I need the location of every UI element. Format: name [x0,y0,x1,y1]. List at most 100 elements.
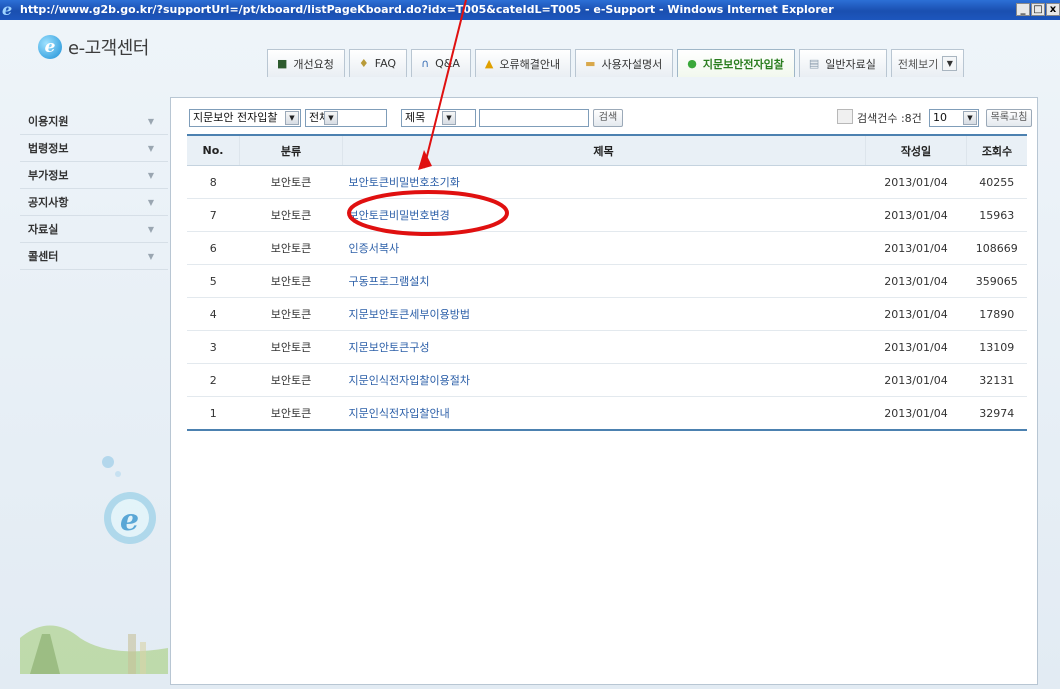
logo-text: e-고객센터 [68,38,149,59]
tab-label: 사용자설명서 [601,57,663,71]
sidebar-item-call-center[interactable]: 콜센터 ▼ [20,243,168,270]
row-title-link[interactable]: 보안토큰비밀번호변경 [342,198,866,232]
scope-select[interactable]: 전체 ▼ [305,109,387,127]
board-icon: ■ [277,57,288,70]
tab-qna[interactable]: ∩ Q&A [411,49,471,77]
maximize-button[interactable]: □ [1031,3,1045,16]
header-no[interactable]: No. [187,134,240,166]
row-no: 4 [187,297,240,331]
table-row: 8 보안토큰 보안토큰비밀번호초기화 2013/01/04 40255 [187,165,1027,199]
table-header-row: No. 분류 제목 작성일 조회수 [187,134,1027,166]
row-title-link[interactable]: 지문인식전자입찰안내 [342,396,866,431]
row-date: 2013/01/04 [865,231,967,265]
table-row: 6 보안토큰 인증서복사 2013/01/04 108669 [187,231,1027,265]
table-row: 7 보안토큰 보안토큰비밀번호변경 2013/01/04 15963 [187,198,1027,232]
page-size-select[interactable]: 10 ▼ [929,109,979,127]
chevron-down-icon: ▼ [147,170,154,180]
row-title-link[interactable]: 지문인식전자입찰이용절차 [342,363,866,397]
row-views: 15963 [966,198,1027,232]
sidebar-item-label: 자료실 [28,223,59,236]
row-title-link[interactable]: 지문보안토큰세부이용방법 [342,297,866,331]
table-row: 3 보안토큰 지문보안토큰구성 2013/01/04 13109 [187,330,1027,364]
sidebar: 이용지원 ▼ 법령정보 ▼ 부가정보 ▼ 공지사항 ▼ 자료실 ▼ 콜센터 ▼ [20,108,168,270]
row-category: 보안토큰 [239,165,343,199]
minimize-button[interactable]: _ [1016,3,1030,16]
header-title[interactable]: 제목 [342,134,866,166]
row-category: 보안토큰 [239,231,343,265]
sidebar-item-label: 부가정보 [28,169,69,182]
table-row: 5 보안토큰 구동프로그램설치 2013/01/04 359065 [187,264,1027,298]
logo[interactable]: e e-고객센터 [38,32,149,62]
table-row: 1 보안토큰 지문인식전자입찰안내 2013/01/04 32974 [187,396,1027,431]
search-input[interactable] [479,109,589,127]
sidebar-item-legal-info[interactable]: 법령정보 ▼ [20,135,168,162]
search-count: 검색건수 :8건 [837,109,922,127]
row-title-link[interactable]: 지문보안토큰구성 [342,330,866,364]
headset-icon: ∩ [421,57,430,70]
row-no: 3 [187,330,240,364]
row-no: 7 [187,198,240,232]
database-icon: ▤ [808,57,820,70]
tab-label: 개선요청 [293,57,334,71]
sidebar-item-additional-info[interactable]: 부가정보 ▼ [20,162,168,189]
row-title-link[interactable]: 보안토큰비밀번호초기화 [342,165,866,199]
chevron-down-icon: ▼ [147,143,154,153]
row-date: 2013/01/04 [865,165,967,199]
tab-faq[interactable]: ♦ FAQ [348,49,408,77]
chevron-down-icon: ▼ [147,116,154,126]
header-date[interactable]: 작성일 [865,134,967,166]
row-title-link[interactable]: 구동프로그램설치 [342,264,866,298]
row-no: 6 [187,231,240,265]
warning-icon: ▲ [484,57,494,70]
green-orb-icon: ● [687,57,697,70]
category-select[interactable]: 지문보안 전자입찰 ▼ [189,109,301,127]
document-icon [837,109,853,124]
refresh-list-button[interactable]: 목록고침 [986,109,1032,127]
chevron-down-icon: ▼ [324,111,338,125]
filter-bar: 지문보안 전자입찰 ▼ 전체 ▼ 제목 ▼ 검색 검색건수 :8건 10 ▼ 목… [189,109,1033,129]
row-category: 보안토큰 [239,198,343,232]
decorative-illustration: e [20,456,168,674]
sidebar-item-notices[interactable]: 공지사항 ▼ [20,189,168,216]
row-views: 359065 [966,264,1027,298]
row-date: 2013/01/04 [865,198,967,232]
tab-label: Q&A [435,57,460,70]
category-select-value: 지문보안 전자입찰 [193,111,278,124]
sidebar-item-library[interactable]: 자료실 ▼ [20,216,168,243]
row-date: 2013/01/04 [865,330,967,364]
row-no: 1 [187,396,240,431]
header-category[interactable]: 분류 [239,134,343,166]
tab-label: 일반자료실 [825,57,876,71]
row-title-link[interactable]: 인증서복사 [342,231,866,265]
tab-fingerprint-ebid[interactable]: ● 지문보안전자입찰 [677,49,795,77]
sidebar-item-usage-support[interactable]: 이용지원 ▼ [20,108,168,135]
chevron-down-icon[interactable]: ▼ [942,56,958,71]
sidebar-item-label: 이용지원 [28,115,69,128]
window-title: http://www.g2b.go.kr/?supportUrl=/pt/kbo… [20,3,834,16]
page-size-value: 10 [933,111,947,124]
field-select-value: 제목 [405,111,426,124]
chevron-down-icon: ▼ [147,251,154,261]
field-select[interactable]: 제목 ▼ [401,109,476,127]
tab-label: 지문보안전자입찰 [702,57,784,71]
row-no: 8 [187,165,240,199]
sidebar-item-label: 공지사항 [28,196,69,209]
tab-user-manual[interactable]: ▬ 사용자설명서 [575,49,674,77]
close-button[interactable]: x [1046,3,1060,16]
tab-view-all[interactable]: 전체보기 ▼ [890,49,965,77]
folder-icon: ▬ [585,57,596,70]
search-button[interactable]: 검색 [593,109,623,127]
table-row: 2 보안토큰 지문인식전자입찰이용절차 2013/01/04 32131 [187,363,1027,397]
tab-general-library[interactable]: ▤ 일반자료실 [798,49,887,77]
row-date: 2013/01/04 [865,264,967,298]
row-views: 13109 [966,330,1027,364]
tab-improvement-request[interactable]: ■ 개선요청 [267,49,345,77]
chevron-down-icon: ▼ [963,111,977,125]
tab-bar: ■ 개선요청 ♦ FAQ ∩ Q&A ▲ 오류해결안내 ▬ 사용자설명서 ● 지… [267,49,965,77]
header-views[interactable]: 조회수 [966,134,1027,166]
tab-error-guide[interactable]: ▲ 오류해결안내 [474,49,572,77]
ie-icon: e [2,0,13,19]
row-no: 5 [187,264,240,298]
chevron-down-icon: ▼ [147,224,154,234]
bulb-icon: ♦ [358,57,369,70]
